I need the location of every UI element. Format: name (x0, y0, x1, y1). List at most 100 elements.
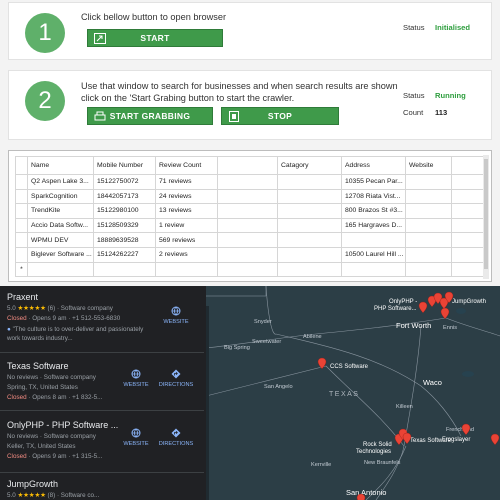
column-header[interactable] (451, 156, 486, 175)
column-header[interactable]: Catagory (277, 156, 342, 175)
table-cell[interactable] (277, 232, 342, 248)
table-row[interactable]: Q2 Aspen Lake 3... 15122750072 71 reviews 1… (15, 174, 486, 190)
website-action[interactable]: WEBSITE (116, 369, 156, 388)
table-cell[interactable] (451, 203, 486, 219)
table-cell[interactable] (405, 261, 452, 278)
result-name[interactable]: JumpGrowth (7, 479, 58, 489)
result-name[interactable]: Praxent (7, 292, 38, 302)
table-cell[interactable] (405, 246, 452, 263)
table-cell[interactable] (217, 203, 278, 219)
table-cell[interactable] (217, 174, 278, 190)
table-cell[interactable] (277, 217, 342, 234)
row-header[interactable] (15, 203, 28, 219)
result-rating-line: 5.0 ★★★★★ (6) · Software company (7, 305, 113, 312)
table-cell[interactable]: TrendKite (27, 203, 94, 219)
table-cell[interactable]: SparkCognition (27, 188, 94, 205)
table-cell[interactable]: 15124262227 (93, 246, 156, 263)
table-cell[interactable] (451, 174, 486, 190)
result-card-jumpgrowth[interactable]: JumpGrowth 5.0 ★★★★★ (8) · Software co..… (0, 473, 204, 500)
table-cell[interactable]: Q2 Aspen Lake 3... (27, 174, 94, 190)
column-header[interactable]: Mobile Number (93, 156, 156, 175)
website-action[interactable]: WEBSITE (116, 428, 156, 447)
table-cell[interactable] (217, 232, 278, 248)
result-card-praxent[interactable]: Praxent 5.0 ★★★★★ (6) · Software company… (0, 286, 204, 352)
table-cell[interactable] (451, 188, 486, 205)
table-cell[interactable] (217, 261, 278, 278)
row-header[interactable] (15, 232, 28, 248)
table-cell[interactable]: 15128509329 (93, 217, 156, 234)
table-cell[interactable] (27, 261, 94, 278)
start-button[interactable]: START (87, 29, 223, 47)
row-header[interactable] (15, 188, 28, 205)
table-cell[interactable]: 165 Hargraves D... (341, 217, 406, 234)
table-cell[interactable] (405, 174, 452, 190)
table-cell[interactable] (405, 232, 452, 248)
column-header[interactable]: Name (27, 156, 94, 175)
column-header[interactable]: Address (341, 156, 406, 175)
table-cell[interactable] (451, 246, 486, 263)
row-header[interactable] (15, 217, 28, 234)
table-cell[interactable] (405, 217, 452, 234)
table-cell[interactable]: 10500 Laurel Hill ... (341, 246, 406, 263)
table-cell[interactable]: 18889639528 (93, 232, 156, 248)
map-canvas[interactable]: Snyder Abilene Sweetwater Big Spring San… (206, 286, 500, 500)
directions-action[interactable]: DIRECTIONS (156, 428, 196, 447)
table-cell[interactable] (277, 188, 342, 205)
table-cell[interactable] (155, 261, 218, 278)
table-cell[interactable] (277, 203, 342, 219)
result-name[interactable]: Texas Software (7, 361, 69, 371)
table-cell[interactable] (217, 246, 278, 263)
table-cell[interactable] (451, 217, 486, 234)
table-cell[interactable] (341, 261, 406, 278)
table-cell[interactable] (277, 246, 342, 263)
table-cell[interactable] (451, 261, 486, 278)
table-cell[interactable]: Biglever Software ... (27, 246, 94, 263)
table-cell[interactable]: 10355 Pecan Par... (341, 174, 406, 190)
column-header[interactable]: Review Count (155, 156, 218, 175)
table-cell[interactable]: 18442057173 (93, 188, 156, 205)
table-cell[interactable] (405, 203, 452, 219)
table-cell[interactable] (341, 232, 406, 248)
map-label: Abilene (303, 334, 322, 340)
table-row[interactable]: SparkCognition 18442057173 24 reviews 12708… (15, 188, 486, 205)
table-cell[interactable] (93, 261, 156, 278)
table-cell[interactable] (217, 217, 278, 234)
table-cell[interactable]: 2 reviews (155, 246, 218, 263)
table-cell[interactable]: 569 reviews (155, 232, 218, 248)
table-cell[interactable]: 800 Brazos St #3... (341, 203, 406, 219)
table-cell[interactable] (277, 261, 342, 278)
table-cell[interactable]: Accio Data Softw... (27, 217, 94, 234)
scrollbar-thumb[interactable] (484, 159, 488, 269)
start-grabbing-button[interactable]: START GRABBING (87, 107, 213, 125)
directions-action[interactable]: DIRECTIONS (156, 369, 196, 388)
table-cell[interactable] (277, 174, 342, 190)
table-row[interactable]: Biglever Software ... 15124262227 2 review… (15, 246, 486, 263)
table-cell[interactable] (217, 188, 278, 205)
website-action[interactable]: WEBSITE (156, 306, 196, 325)
result-card-texas-software[interactable]: Texas Software No reviews · Software com… (0, 353, 204, 410)
maps-results-list[interactable]: Praxent 5.0 ★★★★★ (6) · Software company… (0, 286, 204, 500)
result-card-onlyphp[interactable]: OnlyPHP - PHP Software ... No reviews · … (0, 411, 204, 471)
table-scrollbar[interactable] (483, 155, 489, 279)
table-cell[interactable]: 12708 Riata Vist... (341, 188, 406, 205)
new-row[interactable]: * (15, 261, 486, 278)
result-name[interactable]: OnlyPHP - PHP Software ... (7, 420, 118, 430)
table-row[interactable]: Accio Data Softw... 15128509329 1 review 16… (15, 217, 486, 234)
column-header[interactable] (217, 156, 278, 175)
table-cell[interactable]: 71 reviews (155, 174, 218, 190)
row-header[interactable] (15, 246, 28, 263)
row-header[interactable] (15, 174, 28, 190)
table-cell[interactable]: WPMU DEV (27, 232, 94, 248)
panel-collapse-handle[interactable] (206, 306, 209, 500)
table-cell[interactable]: 15122750072 (93, 174, 156, 190)
column-header[interactable]: Website (405, 156, 452, 175)
table-cell[interactable] (451, 232, 486, 248)
table-row[interactable]: WPMU DEV 18889639528 569 reviews (15, 232, 486, 248)
table-cell[interactable]: 15122980100 (93, 203, 156, 219)
stop-button[interactable]: STOP (221, 107, 339, 125)
table-cell[interactable]: 1 review (155, 217, 218, 234)
table-row[interactable]: TrendKite 15122980100 13 reviews 800 Brazos… (15, 203, 486, 219)
table-cell[interactable]: 24 reviews (155, 188, 218, 205)
table-cell[interactable]: 13 reviews (155, 203, 218, 219)
table-cell[interactable] (405, 188, 452, 205)
